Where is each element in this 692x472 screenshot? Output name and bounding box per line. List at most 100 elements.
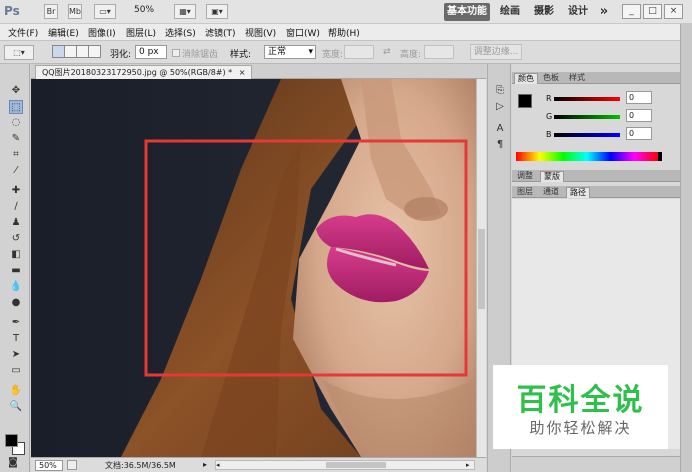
- dodge-tool-icon[interactable]: ●: [9, 296, 23, 310]
- channel-g-input[interactable]: 0: [626, 109, 652, 122]
- eyedropper-tool-icon[interactable]: ⁄: [9, 164, 23, 178]
- tool-preset-picker[interactable]: ⬚▾: [4, 45, 34, 60]
- color-spectrum-bar[interactable]: [516, 152, 658, 161]
- status-bar: 50% 文档:36.5M/36.5M ▸ ◂ ▸: [31, 457, 486, 472]
- eraser-tool-icon[interactable]: ◧: [9, 248, 23, 262]
- workspace-painting[interactable]: 绘画: [496, 3, 524, 21]
- move-tool-icon[interactable]: ✥: [9, 84, 23, 98]
- zoom-tool-icon[interactable]: 🔍: [9, 400, 23, 414]
- swap-icon[interactable]: ⇄: [383, 47, 391, 57]
- tab-masks[interactable]: 蒙版: [540, 171, 564, 182]
- actions-panel-icon[interactable]: ▷: [493, 100, 507, 114]
- history-brush-tool-icon[interactable]: ↺: [9, 232, 23, 246]
- panel-foreground-swatch[interactable]: [518, 94, 532, 108]
- tab-channels[interactable]: 通道: [540, 187, 562, 198]
- height-label: 高度:: [400, 50, 422, 60]
- type-tool-icon[interactable]: T: [9, 332, 23, 346]
- tab-color[interactable]: 颜色: [514, 73, 538, 84]
- tools-panel: ✥ ⬚ ◌ ✎ ⌗ ⁄ ✚ ∕ ♟ ↺ ◧ ▬ 💧 ● ✒ T ➤ ▭ ✋ 🔍 …: [0, 64, 30, 472]
- menu-bar: 文件(F) 编辑(E) 图像(I) 图层(L) 选择(S) 滤镜(T) 视图(V…: [0, 24, 692, 40]
- document-canvas[interactable]: [31, 79, 476, 457]
- scroll-right-arrow-icon[interactable]: ▸: [466, 461, 474, 469]
- history-panel-icon[interactable]: ⎘: [493, 84, 507, 98]
- tab-swatches[interactable]: 色板: [540, 73, 562, 84]
- foreground-color-swatch[interactable]: [5, 434, 18, 447]
- view-extras-icon[interactable]: ▭▾: [94, 4, 116, 19]
- quick-selection-tool-icon[interactable]: ✎: [9, 132, 23, 146]
- tab-styles[interactable]: 样式: [566, 73, 588, 84]
- path-selection-tool-icon[interactable]: ➤: [9, 348, 23, 362]
- blur-tool-icon[interactable]: 💧: [9, 280, 23, 294]
- photo-image: [31, 79, 476, 457]
- layers-panel-tabs: 图层 通道 路径: [512, 186, 680, 198]
- channel-r-slider[interactable]: [554, 97, 620, 101]
- healing-brush-tool-icon[interactable]: ✚: [9, 184, 23, 198]
- photoshop-logo: Ps: [4, 4, 20, 18]
- brush-tool-icon[interactable]: ∕: [9, 200, 23, 214]
- screen-mode-icon[interactable]: ▣▾: [206, 4, 228, 19]
- channel-r-input[interactable]: 0: [626, 91, 652, 104]
- menu-window[interactable]: 窗口(W): [286, 26, 320, 39]
- minibridge-icon[interactable]: Mb: [68, 4, 82, 19]
- crop-tool-icon[interactable]: ⌗: [9, 148, 23, 162]
- quick-mask-icon[interactable]: ◙: [6, 456, 20, 470]
- close-button[interactable]: ×: [664, 4, 683, 19]
- menu-help[interactable]: 帮助(H): [328, 26, 360, 39]
- workspace-essentials[interactable]: 基本功能: [444, 3, 490, 21]
- workspace-photography[interactable]: 摄影: [530, 3, 558, 21]
- channel-r-label: R: [546, 94, 552, 103]
- pen-tool-icon[interactable]: ✒: [9, 316, 23, 330]
- menu-select[interactable]: 选择(S): [165, 26, 196, 39]
- spectrum-black[interactable]: [658, 152, 662, 161]
- clone-stamp-tool-icon[interactable]: ♟: [9, 216, 23, 230]
- intersect-selection-icon[interactable]: [88, 45, 101, 58]
- status-info-icon[interactable]: [67, 460, 77, 470]
- bridge-icon[interactable]: Br: [44, 4, 58, 19]
- tab-adjustments[interactable]: 调整: [514, 171, 536, 182]
- adjustments-panel-tabs: 调整 蒙版: [512, 170, 680, 182]
- tab-layers[interactable]: 图层: [514, 187, 536, 198]
- style-select-value: 正常: [268, 47, 287, 57]
- scrollbar-thumb[interactable]: [478, 229, 485, 309]
- maximize-button[interactable]: □: [643, 4, 662, 19]
- zoom-level-input[interactable]: 50%: [35, 460, 63, 471]
- watermark-title: 百科全说: [516, 383, 645, 418]
- scroll-left-arrow-icon[interactable]: ◂: [216, 461, 224, 469]
- width-input[interactable]: [344, 45, 374, 59]
- refine-edge-button[interactable]: 调整边缘...: [470, 44, 522, 60]
- tab-paths[interactable]: 路径: [566, 187, 590, 198]
- shape-tool-icon[interactable]: ▭: [9, 364, 23, 378]
- menu-filter[interactable]: 滤镜(T): [205, 26, 236, 39]
- channel-b-slider[interactable]: [554, 133, 620, 137]
- zoom-level-dropdown[interactable]: 50%: [134, 5, 154, 15]
- feather-input[interactable]: 0 px: [135, 45, 167, 59]
- workspace-design[interactable]: 设计: [564, 3, 592, 21]
- status-menu-arrow-icon[interactable]: ▸: [203, 460, 207, 469]
- tab-close-icon[interactable]: ×: [239, 68, 246, 77]
- character-panel-icon[interactable]: A: [493, 122, 507, 136]
- style-select[interactable]: 正常 ▾: [264, 45, 316, 59]
- horizontal-scrollbar-thumb[interactable]: [326, 462, 386, 468]
- height-input[interactable]: [424, 45, 454, 59]
- channel-g-slider[interactable]: [554, 115, 620, 119]
- hand-tool-icon[interactable]: ✋: [9, 384, 23, 398]
- gradient-tool-icon[interactable]: ▬: [9, 264, 23, 278]
- menu-edit[interactable]: 编辑(E): [48, 26, 79, 39]
- menu-view[interactable]: 视图(V): [245, 26, 276, 39]
- canvas-horizontal-scrollbar[interactable]: ◂ ▸: [215, 460, 475, 470]
- canvas-vertical-scrollbar[interactable]: [476, 79, 486, 457]
- menu-file[interactable]: 文件(F): [8, 26, 38, 39]
- minimize-button[interactable]: _: [622, 4, 641, 19]
- channel-b-input[interactable]: 0: [626, 127, 652, 140]
- width-label: 宽度:: [322, 50, 344, 60]
- more-workspaces-button[interactable]: »: [596, 3, 612, 21]
- menu-image[interactable]: 图像(I): [88, 26, 116, 39]
- document-tab[interactable]: QQ图片20180323172950.jpg @ 50%(RGB/8#) * ×: [35, 65, 253, 79]
- arrange-documents-icon[interactable]: ▦▾: [174, 4, 196, 19]
- antialias-checkbox[interactable]: [172, 49, 180, 57]
- lasso-tool-icon[interactable]: ◌: [9, 116, 23, 130]
- document-size-status: 文档:36.5M/36.5M: [105, 461, 176, 470]
- marquee-tool-icon[interactable]: ⬚: [9, 100, 23, 114]
- menu-layer[interactable]: 图层(L): [126, 26, 156, 39]
- paragraph-panel-icon[interactable]: ¶: [493, 138, 507, 152]
